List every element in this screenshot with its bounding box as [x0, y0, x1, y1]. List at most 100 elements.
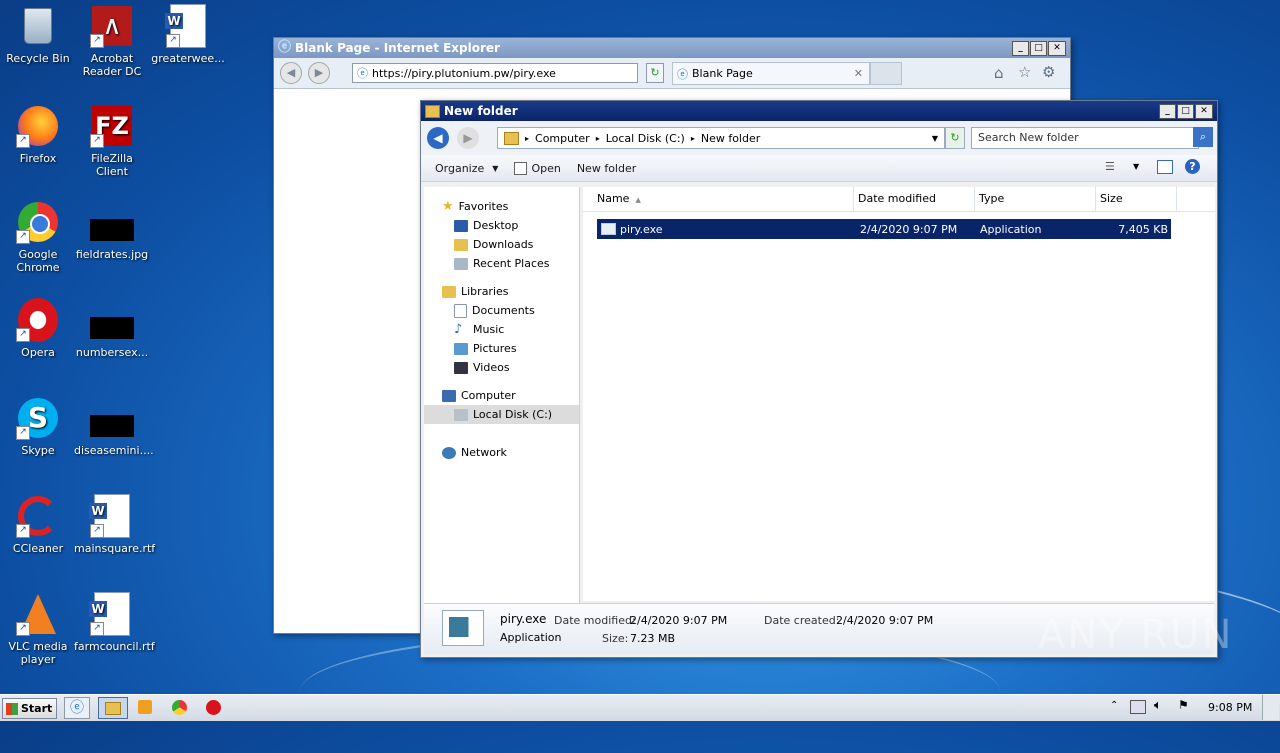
- column-date[interactable]: Date modified: [854, 187, 975, 211]
- videos-icon: [454, 361, 468, 374]
- new-folder-button[interactable]: New folder: [569, 162, 644, 175]
- desktop-icon[interactable]: numbersex...: [74, 298, 150, 359]
- organize-button[interactable]: Organize ▼: [427, 162, 506, 175]
- desktop-icon[interactable]: ↗ CCleaner: [0, 494, 76, 555]
- desktop-icon[interactable]: diseasemini....: [74, 396, 154, 457]
- shortcut-arrow-icon: ↗: [90, 524, 104, 538]
- desktop-icon[interactable]: ↗ VLC media player: [0, 592, 76, 666]
- desktop-icon[interactable]: ↗ Opera: [0, 298, 76, 359]
- column-type[interactable]: Type: [975, 187, 1096, 211]
- view-options-icon[interactable]: ☰: [1105, 160, 1115, 173]
- home-icon[interactable]: ⌂: [994, 64, 1004, 82]
- nav-local-disk[interactable]: Local Disk (C:): [424, 405, 579, 424]
- taskbar-opera-button[interactable]: [206, 700, 221, 715]
- desktop-icon-label: FileZilla Client: [91, 152, 133, 178]
- ie-titlebar[interactable]: ⓔ Blank Page - Internet Explorer _ □ ✕: [274, 38, 1070, 58]
- column-name[interactable]: Name ▲: [583, 187, 854, 211]
- refresh-button[interactable]: ↻: [945, 127, 965, 149]
- refresh-icon[interactable]: ↻: [646, 63, 664, 83]
- desktop-icon-label: Recycle Bin: [6, 52, 70, 65]
- breadcrumb-local-disk[interactable]: Local Disk (C:): [606, 132, 685, 145]
- help-icon[interactable]: ?: [1185, 159, 1200, 174]
- word-doc-icon: W ↗: [89, 494, 134, 538]
- nav-videos[interactable]: Videos: [424, 358, 579, 377]
- tab-close-icon[interactable]: ✕: [854, 67, 863, 80]
- desktop-icon[interactable]: ∧ ↗ Acrobat Reader DC: [74, 4, 150, 78]
- nav-desktop[interactable]: Desktop: [424, 216, 579, 235]
- back-button[interactable]: ◀: [427, 127, 449, 149]
- url-text: https://piry.plutonium.pw/piry.exe: [372, 66, 556, 80]
- taskbar-chrome-button[interactable]: [172, 700, 187, 715]
- chevron-right-icon: ▸: [595, 133, 600, 143]
- taskbar-media-player-button[interactable]: [138, 700, 152, 714]
- explorer-window[interactable]: New folder _ □ ✕ ◀ ▶ ▸ Computer ▸ Local …: [420, 100, 1218, 658]
- volume-icon[interactable]: 🔈︎: [1154, 698, 1162, 713]
- new-tab-button[interactable]: [870, 62, 902, 85]
- desktop-icon[interactable]: Recycle Bin: [0, 4, 76, 65]
- details-type: Application: [500, 631, 562, 644]
- taskbar-explorer-button[interactable]: [98, 697, 128, 719]
- nav-computer[interactable]: Computer: [424, 386, 579, 405]
- chevron-down-icon[interactable]: ▼: [1133, 162, 1139, 171]
- image-file-icon: [90, 200, 134, 244]
- desktop-icon[interactable]: ↗ Firefox: [0, 104, 76, 165]
- nav-pictures[interactable]: Pictures: [424, 339, 579, 358]
- start-button[interactable]: Start: [2, 698, 57, 719]
- desktop-icon[interactable]: ↗ Google Chrome: [0, 200, 76, 274]
- desktop-icon[interactable]: S ↗ Skype: [0, 396, 76, 457]
- breadcrumb[interactable]: ▸ Computer ▸ Local Disk (C:) ▸ New folde…: [497, 127, 945, 149]
- maximize-button[interactable]: □: [1177, 104, 1194, 119]
- close-button[interactable]: ✕: [1048, 41, 1066, 56]
- file-type: Application: [980, 222, 1042, 236]
- breadcrumb-new-folder[interactable]: New folder: [701, 132, 760, 145]
- nav-music[interactable]: ♪ Music: [424, 320, 579, 339]
- address-bar[interactable]: ⓔ https://piry.plutonium.pw/piry.exe: [352, 63, 638, 83]
- desktop-icon[interactable]: W ↗ mainsquare.rtf: [74, 494, 155, 555]
- favorites-star-icon[interactable]: ☆: [1018, 63, 1031, 81]
- desktop-icon[interactable]: FZ ↗ FileZilla Client: [74, 104, 150, 178]
- flag-icon[interactable]: ⚑: [1178, 698, 1189, 712]
- tray-expand-icon[interactable]: ⌃: [1110, 700, 1118, 711]
- desktop-icon[interactable]: W ↗ farmcouncil.rtf: [74, 592, 155, 653]
- show-desktop-button[interactable]: [1262, 695, 1279, 720]
- minimize-button[interactable]: _: [1159, 104, 1176, 119]
- column-size[interactable]: Size: [1096, 187, 1177, 211]
- back-button[interactable]: ◀: [280, 62, 302, 84]
- watermark: ANY RUN: [1038, 612, 1234, 658]
- network-tray-icon[interactable]: [1130, 700, 1146, 714]
- breadcrumb-computer[interactable]: Computer: [535, 132, 590, 145]
- close-button[interactable]: ✕: [1195, 104, 1213, 119]
- nav-favorites[interactable]: ★ Favorites: [424, 197, 579, 216]
- desktop-icon[interactable]: W ↗ greaterwee...: [150, 4, 226, 65]
- open-button[interactable]: Open: [506, 161, 568, 175]
- music-icon: ♪: [454, 322, 463, 337]
- open-icon: [514, 161, 528, 175]
- column-headers: Name ▲ Date modified Type Size: [583, 187, 1215, 212]
- nav-libraries[interactable]: Libraries: [424, 282, 579, 301]
- nav-documents[interactable]: Documents: [424, 301, 579, 320]
- clock[interactable]: 9:08 PM: [1208, 701, 1252, 714]
- chevron-down-icon[interactable]: ▼: [932, 134, 938, 143]
- forward-button[interactable]: ▶: [308, 62, 330, 84]
- search-input[interactable]: Search New folder: [971, 127, 1199, 149]
- shortcut-arrow-icon: ↗: [16, 134, 30, 148]
- maximize-button[interactable]: □: [1030, 41, 1047, 56]
- search-icon[interactable]: ⌕: [1193, 127, 1213, 147]
- tools-gear-icon[interactable]: ⚙: [1042, 63, 1055, 81]
- documents-icon: [454, 303, 467, 318]
- shortcut-arrow-icon: ↗: [166, 34, 180, 48]
- desktop-icon[interactable]: fieldrates.jpg: [74, 200, 150, 261]
- ie-tab[interactable]: ⓔ Blank Page ✕: [672, 62, 870, 85]
- minimize-button[interactable]: _: [1012, 41, 1029, 56]
- table-row[interactable]: piry.exe 2/4/2020 9:07 PM Application 7,…: [597, 219, 1171, 239]
- nav-downloads[interactable]: Downloads: [424, 235, 579, 254]
- taskbar: Start ⓔ ⌃ 🔈︎ ⚑ 9:08 PM: [0, 694, 1280, 721]
- chevron-down-icon: ▼: [492, 163, 499, 173]
- nav-network[interactable]: Network: [424, 443, 579, 462]
- explorer-titlebar[interactable]: New folder _ □ ✕: [421, 101, 1217, 121]
- taskbar-ie-button[interactable]: ⓔ: [64, 697, 90, 719]
- preview-pane-icon[interactable]: [1157, 160, 1173, 174]
- forward-button[interactable]: ▶: [457, 127, 479, 149]
- skype-icon: S ↗: [16, 396, 60, 440]
- nav-recent-places[interactable]: Recent Places: [424, 254, 579, 273]
